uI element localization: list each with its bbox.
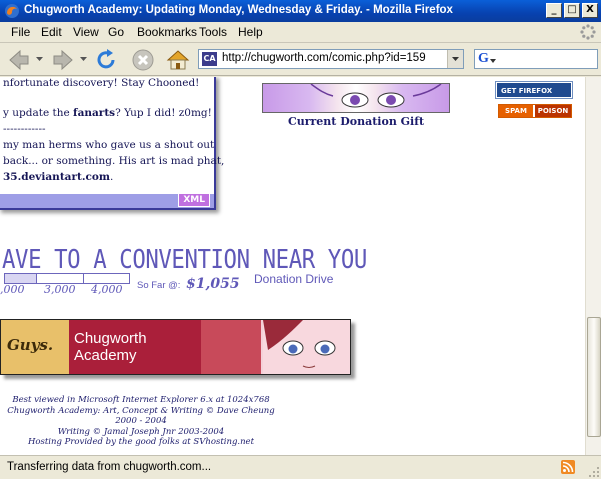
maximize-button[interactable]: □	[564, 3, 580, 18]
window-title: Chugworth Academy: Updating Monday, Wedn…	[24, 4, 453, 16]
url-text[interactable]: http://chugworth.com/comic.php?id=159	[222, 52, 426, 64]
throbber-icon	[580, 24, 596, 40]
footer-line: Writing © Jamal Joseph Jnr 2003-2004	[57, 426, 225, 437]
resize-grip-icon[interactable]	[588, 466, 600, 478]
menu-edit[interactable]: Edit	[41, 25, 62, 39]
spam-label: SPAM	[499, 105, 533, 117]
news-line: y update the fanarts? Yup I did! z0mg!	[3, 107, 212, 119]
news-divider: ------------	[3, 123, 46, 135]
scrollbar-thumb[interactable]	[587, 317, 601, 437]
get-firefox-badge[interactable]: GET FIREFOX	[495, 81, 573, 99]
navigation-toolbar: CA http://chugworth.com/comic.php?id=159…	[0, 43, 601, 76]
donation-gift-image[interactable]	[262, 83, 450, 113]
news-line: nfortunate discovery! Stay Chooned!	[3, 77, 200, 89]
menu-go[interactable]: Go	[108, 25, 124, 39]
news-box: nfortunate discovery! Stay Chooned! y up…	[0, 77, 224, 210]
status-text: Transferring data from chugworth.com...	[7, 461, 212, 473]
vertical-scrollbar[interactable]	[585, 77, 601, 455]
search-input[interactable]: G	[474, 49, 598, 69]
menu-tools[interactable]: Tools	[199, 25, 227, 39]
progress-tick	[83, 274, 84, 283]
site-favicon: CA	[202, 52, 217, 66]
banner-guys-text: Guys.	[7, 336, 54, 354]
footer-line: Best viewed in Microsoft Internet Explor…	[12, 395, 270, 405]
progress-tick-label: ,000	[0, 283, 25, 296]
status-bar: Transferring data from chugworth.com...	[0, 455, 601, 479]
search-engine-icon[interactable]: G	[478, 51, 489, 67]
anime-eyes-icon	[310, 84, 442, 108]
so-far-value: $1,055	[186, 276, 240, 292]
title-bar: Chugworth Academy: Updating Monday, Wedn…	[0, 0, 601, 22]
donation-gift-link[interactable]: Current Donation Gift	[262, 115, 450, 128]
menu-help[interactable]: Help	[238, 25, 263, 39]
deviantart-link[interactable]: 35.deviantart.com	[3, 171, 110, 183]
news-line: my man herms who gave us a shout out	[3, 139, 215, 151]
menu-file[interactable]: File	[11, 25, 30, 39]
minimize-button[interactable]: _	[546, 3, 562, 18]
page-content: nfortunate discovery! Stay Chooned! y up…	[0, 77, 585, 455]
chugworth-banner[interactable]: Guys. Chugworth Academy	[0, 319, 351, 375]
so-far-label: So Far @:	[137, 280, 181, 291]
donation-drive-label: Donation Drive	[254, 272, 334, 286]
banner-title-line: Chugworth	[74, 330, 147, 347]
search-engine-dropdown-icon[interactable]	[490, 59, 496, 63]
progress-tick	[36, 274, 37, 283]
banner-title-line: Academy	[74, 347, 137, 364]
home-icon[interactable]	[165, 47, 191, 73]
menu-bar: File Edit View Go Bookmarks Tools Help	[0, 22, 601, 43]
rss-glyph-icon	[562, 461, 574, 473]
news-line: 35.deviantart.com.	[3, 171, 114, 183]
progress-tick-label: 3,000	[44, 283, 76, 296]
stop-icon[interactable]	[130, 47, 156, 73]
footer-line: Chugworth Academy: Art, Concept & Writin…	[7, 405, 275, 427]
url-dropdown-button[interactable]	[447, 50, 463, 68]
footer-line: Hosting Provided by the good folks at SV…	[27, 437, 255, 447]
close-button[interactable]: X	[582, 3, 598, 18]
rss-feed-icon[interactable]	[561, 460, 575, 474]
convention-headline: AVE TO A CONVENTION NEAR YOU	[2, 245, 367, 275]
banner-character-icon	[263, 320, 350, 374]
banner-title: Chugworth Academy	[74, 330, 147, 364]
firefox-icon	[5, 4, 19, 18]
back-icon[interactable]	[6, 47, 32, 73]
menu-bookmarks[interactable]: Bookmarks	[137, 25, 197, 39]
spam-poison-badge[interactable]: SPAM POISON	[498, 104, 572, 118]
page-footer: Best viewed in Microsoft Internet Explor…	[0, 395, 282, 448]
chevron-down-icon	[452, 57, 459, 61]
reload-icon[interactable]	[93, 47, 119, 73]
news-line: back... or something. His art is mad pha…	[3, 155, 225, 167]
fanarts-link[interactable]: fanarts	[73, 107, 115, 119]
forward-icon[interactable]	[50, 47, 76, 73]
back-dropdown-icon[interactable]	[36, 57, 43, 61]
xml-feed-button[interactable]: XML	[178, 193, 210, 207]
donation-progress-fill	[5, 274, 37, 283]
poison-label: POISON	[535, 105, 571, 117]
menu-view[interactable]: View	[73, 25, 99, 39]
progress-tick-label: 4,000	[91, 283, 123, 296]
forward-dropdown-icon[interactable]	[80, 57, 87, 61]
url-bar[interactable]: CA http://chugworth.com/comic.php?id=159	[198, 49, 464, 69]
